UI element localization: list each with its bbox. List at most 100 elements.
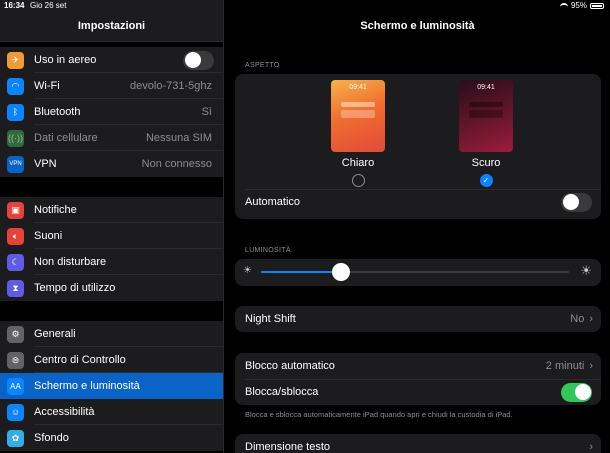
sidebar-item-display-brightness[interactable]: AA Schermo e luminosità (0, 373, 223, 399)
brightness-section-label: LUMINOSITÀ (245, 247, 291, 254)
chevron-right-icon: › (589, 441, 593, 453)
vpn-icon: VPN (7, 155, 24, 173)
sidebar-item-label: Suoni (34, 230, 63, 242)
status-bar: 16:34 Gio 26 set 95% (0, 0, 610, 12)
night-shift-label: Night Shift (245, 313, 296, 325)
sidebar-item-label: Bluetooth (34, 106, 81, 118)
lock-card: Blocco automatico 2 minuti › Blocca/sblo… (235, 353, 601, 405)
status-date: Gio 26 set (30, 1, 67, 10)
text-size-icon: AA (7, 377, 24, 395)
sidebar-item-value: Non connesso (141, 158, 212, 170)
sidebar-title: Impostazioni (77, 20, 146, 32)
sidebar-item-label: Tempo di utilizzo (34, 282, 116, 294)
auto-lock-value: 2 minuti (545, 360, 585, 372)
light-mode-option[interactable]: 09:41 Chiaro (328, 80, 388, 187)
automatic-row: Automatico (235, 189, 601, 215)
sidebar-item-value: Nessuna SIM (145, 132, 212, 144)
wifi-icon: ◠ (7, 77, 24, 95)
dark-mode-radio-checked[interactable]: ✓ (479, 174, 493, 187)
brightness-slider[interactable] (261, 263, 569, 281)
brightness-slider-thumb[interactable] (332, 263, 351, 281)
auto-lock-row[interactable]: Blocco automatico 2 minuti › (235, 353, 601, 379)
text-size-row[interactable]: Dimensione testo › (235, 434, 601, 453)
sidebar-item-label: Uso in aereo (34, 54, 97, 66)
night-shift-card: Night Shift No › (235, 306, 601, 332)
sidebar-item-label: Notifiche (34, 204, 77, 216)
sidebar-item-bluetooth[interactable]: ᛒ Bluetooth Sì (0, 99, 223, 125)
battery-icon (590, 3, 604, 9)
sun-large-icon: ☀ (580, 263, 592, 278)
sun-small-icon: ☀ (243, 265, 252, 276)
status-right: 95% (559, 0, 604, 12)
sidebar-item-general[interactable]: ⚙ Generali (0, 321, 223, 347)
brightness-card: ☀ ☀ (235, 259, 601, 286)
detail-panel: Schermo e luminosità ASPETTO 09:41 Chiar… (223, 0, 610, 453)
lock-unlock-row: Blocca/sblocca (235, 379, 601, 405)
dark-mode-option[interactable]: 09:41 Scuro ✓ (456, 80, 516, 187)
lock-unlock-note: Blocca e sblocca automaticamente iPad qu… (245, 410, 513, 419)
battery-percent: 95% (570, 1, 587, 10)
lock-unlock-toggle[interactable] (561, 382, 592, 402)
lock-unlock-label: Blocca/sblocca (245, 386, 319, 398)
brightness-slider-fill (261, 271, 342, 273)
preview-time: 09:41 (477, 84, 495, 91)
sidebar-item-accessibility[interactable]: ☺ Accessibilità (0, 399, 223, 425)
settings-sidebar: Impostazioni ✈ Uso in aereo ◠ Wi-Fi devo… (0, 0, 223, 453)
sidebar-item-label: Accessibilità (34, 406, 95, 418)
sidebar-group-connectivity: ✈ Uso in aereo ◠ Wi-Fi devolo-731-5ghz ᛒ… (0, 47, 223, 177)
chevron-right-icon: › (589, 360, 593, 372)
switches-icon: ⊜ (7, 351, 24, 369)
sidebar-item-label: Non disturbare (34, 256, 107, 268)
chevron-right-icon: › (589, 313, 593, 325)
sidebar-item-wifi[interactable]: ◠ Wi-Fi devolo-731-5ghz (0, 73, 223, 99)
sidebar-item-control-center[interactable]: ⊜ Centro di Controllo (0, 347, 223, 373)
automatic-label: Automatico (245, 196, 301, 208)
speaker-icon: 🔈︎ (7, 227, 24, 245)
hourglass-icon: ⧗ (7, 279, 24, 297)
appearance-section-label: ASPETTO (245, 62, 280, 69)
text-size-card: Dimensione testo › (235, 434, 601, 453)
moon-icon: ☾ (7, 253, 24, 271)
sidebar-item-do-not-disturb[interactable]: ☾ Non disturbare (0, 249, 223, 275)
airplane-icon: ✈ (7, 51, 24, 69)
sidebar-item-value: Sì (201, 106, 212, 118)
night-shift-value: No (570, 313, 585, 325)
sidebar-group-notifications: ▣ Notifiche 🔈︎ Suoni ☾ Non disturbare ⧗ … (0, 197, 223, 301)
appearance-card: 09:41 Chiaro 09:41 Scuro ✓ Automatico (235, 74, 601, 219)
dark-mode-preview[interactable]: 09:41 (459, 80, 513, 152)
status-time: 16:34 (4, 1, 25, 10)
notifications-icon: ▣ (7, 201, 24, 219)
gear-icon: ⚙ (7, 325, 24, 343)
sidebar-item-label: Generali (34, 328, 76, 340)
sidebar-item-wallpaper[interactable]: ✿ Sfondo (0, 425, 223, 451)
sidebar-item-label: Centro di Controllo (34, 354, 126, 366)
light-mode-radio[interactable] (351, 174, 365, 187)
bluetooth-icon: ᛒ (7, 103, 24, 121)
wifi-status-icon (559, 3, 568, 9)
night-shift-row[interactable]: Night Shift No › (235, 306, 601, 332)
dark-mode-label: Scuro (471, 157, 501, 169)
preview-time: 09:41 (349, 84, 367, 91)
sidebar-item-label: Schermo e luminosità (34, 380, 140, 392)
airplane-mode-toggle[interactable] (183, 50, 214, 70)
sidebar-item-label: Sfondo (34, 432, 69, 444)
sidebar-item-label: VPN (34, 158, 57, 170)
auto-lock-label: Blocco automatico (245, 360, 335, 372)
automatic-toggle[interactable] (561, 192, 592, 212)
sidebar-item-cellular[interactable]: ((·)) Dati cellulare Nessuna SIM (0, 125, 223, 151)
sidebar-item-notifications[interactable]: ▣ Notifiche (0, 197, 223, 223)
light-mode-preview[interactable]: 09:41 (331, 80, 385, 152)
antenna-icon: ((·)) (7, 129, 24, 147)
sidebar-item-vpn[interactable]: VPN VPN Non connesso (0, 151, 223, 177)
text-size-label: Dimensione testo (245, 441, 330, 453)
sidebar-item-sounds[interactable]: 🔈︎ Suoni (0, 223, 223, 249)
sidebar-item-value: devolo-731-5ghz (130, 80, 212, 92)
sidebar-item-label: Dati cellulare (34, 132, 98, 144)
sidebar-item-screen-time[interactable]: ⧗ Tempo di utilizzo (0, 275, 223, 301)
page-title: Schermo e luminosità (360, 20, 475, 32)
sidebar-item-airplane[interactable]: ✈ Uso in aereo (0, 47, 223, 73)
wallpaper-icon: ✿ (7, 429, 24, 447)
light-mode-label: Chiaro (341, 157, 375, 169)
accessibility-icon: ☺ (7, 403, 24, 421)
sidebar-group-general: ⚙ Generali ⊜ Centro di Controllo AA Sche… (0, 321, 223, 451)
